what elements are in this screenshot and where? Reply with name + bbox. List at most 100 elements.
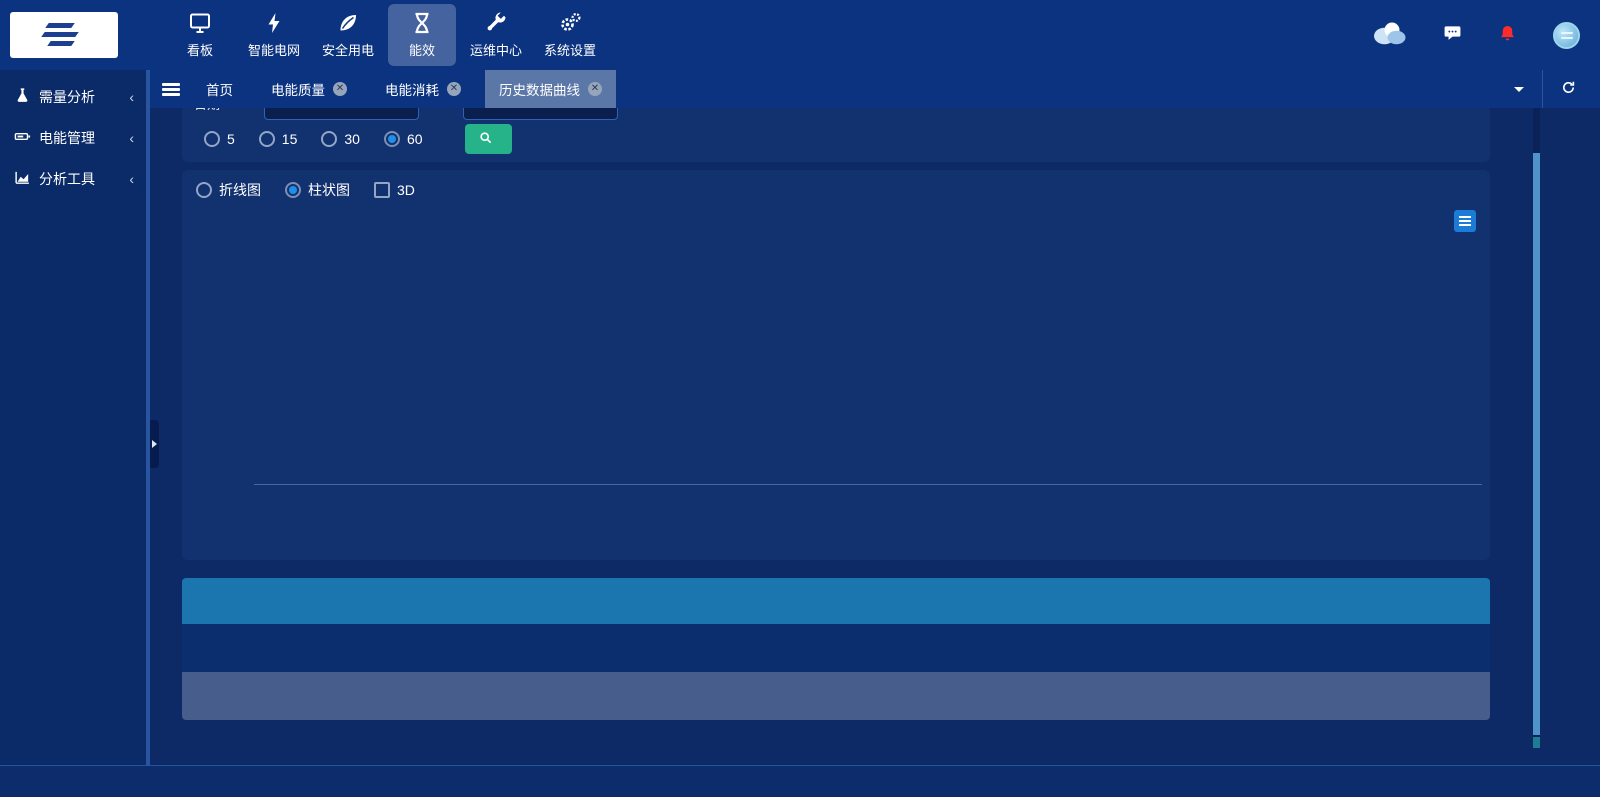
interval-option-label: 60 bbox=[407, 131, 423, 147]
interval-option-15[interactable]: 15 bbox=[259, 131, 298, 147]
refresh-button[interactable] bbox=[1543, 80, 1600, 98]
tab-label: 电能消耗 bbox=[385, 79, 439, 99]
nav-item-label: 运维中心 bbox=[470, 40, 522, 59]
search-icon bbox=[479, 131, 492, 147]
query-panel: 日期 5 15 30 60 bbox=[182, 108, 1490, 162]
chart-type-label: 3D bbox=[397, 182, 415, 198]
speech-bubble-icon bbox=[1443, 24, 1462, 46]
table-row bbox=[182, 624, 1490, 672]
bell-icon bbox=[1498, 24, 1517, 46]
chevron-left-icon: ‹ bbox=[129, 130, 134, 146]
close-icon[interactable]: ✕ bbox=[333, 82, 347, 96]
nav-item-smart-grid[interactable]: 智能电网 bbox=[240, 4, 308, 66]
battery-icon bbox=[14, 128, 31, 148]
area-chart-icon bbox=[14, 169, 31, 189]
chart-menu-button[interactable] bbox=[1454, 210, 1476, 232]
interval-option-label: 5 bbox=[227, 131, 235, 147]
nav-item-ops-center[interactable]: 运维中心 bbox=[462, 4, 530, 66]
cloud-icon bbox=[1371, 18, 1407, 53]
close-icon[interactable]: ✕ bbox=[588, 82, 602, 96]
sidebar-collapse-handle[interactable] bbox=[150, 420, 159, 468]
monitor-icon bbox=[188, 11, 212, 35]
chart-plot bbox=[254, 245, 1482, 485]
chevron-left-icon: ‹ bbox=[129, 89, 134, 105]
scrollbar-thumb[interactable] bbox=[1533, 153, 1540, 735]
interval-option-60[interactable]: 60 bbox=[384, 131, 423, 147]
chart-panel: 折线图 柱状图 3D bbox=[182, 170, 1490, 560]
interval-option-5[interactable]: 5 bbox=[204, 131, 235, 147]
radio-icon bbox=[285, 182, 301, 198]
chart-type-label: 折线图 bbox=[219, 180, 261, 200]
interval-option-label: 15 bbox=[282, 131, 298, 147]
sidebar-item-label: 电能管理 bbox=[39, 128, 121, 148]
tab-home[interactable]: 首页 bbox=[192, 70, 247, 108]
logo-icon bbox=[43, 22, 81, 48]
nav-item-system-settings[interactable]: 系统设置 bbox=[536, 4, 604, 66]
chart-type-option-折线图[interactable]: 折线图 bbox=[196, 180, 261, 200]
tab-operations-dropdown[interactable] bbox=[1489, 87, 1542, 92]
start-date-input[interactable] bbox=[264, 108, 419, 120]
nav-item-label: 看板 bbox=[187, 40, 213, 59]
radio-icon bbox=[321, 131, 337, 147]
nav-item-label: 能效 bbox=[409, 40, 435, 59]
leaf-icon bbox=[336, 11, 360, 35]
tab-bar: 首页 电能质量 ✕ 电能消耗 ✕ 历史数据曲线 ✕ bbox=[148, 70, 1600, 108]
nav-item-dashboard[interactable]: 看板 bbox=[166, 4, 234, 66]
date-label: 日期 bbox=[194, 108, 220, 120]
radio-icon bbox=[204, 131, 220, 147]
chart-x-axis bbox=[254, 492, 1482, 510]
radio-icon bbox=[384, 131, 400, 147]
chart-type-options: 折线图 柱状图 3D bbox=[196, 180, 439, 200]
tab-history-curve[interactable]: 历史数据曲线 ✕ bbox=[485, 70, 616, 108]
data-table bbox=[182, 578, 1490, 720]
sidebar-item-energy-mgmt[interactable]: 电能管理 ‹ bbox=[0, 117, 146, 158]
tab-power-quality[interactable]: 电能质量 ✕ bbox=[257, 70, 361, 108]
nav-item-energy-efficiency[interactable]: 能效 bbox=[388, 4, 456, 66]
sidebar-item-label: 需量分析 bbox=[39, 87, 121, 107]
checkbox-icon bbox=[374, 182, 390, 198]
chart-type-option-柱状图[interactable]: 柱状图 bbox=[285, 180, 350, 200]
weather-widget[interactable] bbox=[1371, 18, 1413, 53]
wrench-icon bbox=[484, 11, 508, 35]
nav-item-label: 安全用电 bbox=[322, 40, 374, 59]
hourglass-icon bbox=[410, 11, 434, 35]
radio-icon bbox=[196, 182, 212, 198]
avatar bbox=[1553, 22, 1580, 49]
tab-label: 首页 bbox=[206, 79, 233, 99]
announcement-button[interactable] bbox=[1443, 24, 1468, 46]
sidebar-toggle-button[interactable] bbox=[150, 70, 192, 108]
main-content: 日期 5 15 30 60 折线图 柱状图 3D bbox=[148, 108, 1600, 765]
caret-down-icon bbox=[1514, 87, 1524, 92]
chevron-left-icon: ‹ bbox=[129, 171, 134, 187]
table-header-row bbox=[182, 578, 1490, 624]
nav-item-label: 系统设置 bbox=[544, 40, 596, 59]
chart-type-option-3D[interactable]: 3D bbox=[374, 182, 415, 198]
interval-option-30[interactable]: 30 bbox=[321, 131, 360, 147]
radio-icon bbox=[259, 131, 275, 147]
footer bbox=[0, 765, 1600, 797]
sidebar-item-demand-analysis[interactable]: 需量分析 ‹ bbox=[0, 76, 146, 117]
tab-label: 历史数据曲线 bbox=[499, 79, 580, 99]
interval-options: 5 15 30 60 bbox=[204, 131, 447, 147]
tabs: 首页 电能质量 ✕ 电能消耗 ✕ 历史数据曲线 ✕ bbox=[192, 70, 616, 108]
gears-icon bbox=[558, 11, 582, 35]
date-range-row: 日期 bbox=[194, 108, 1490, 120]
search-button[interactable] bbox=[465, 124, 512, 154]
alerts-button[interactable] bbox=[1498, 24, 1523, 46]
lightning-icon bbox=[262, 11, 286, 35]
sidebar-item-label: 分析工具 bbox=[39, 169, 121, 189]
user-menu[interactable] bbox=[1553, 22, 1586, 49]
nav-item-label: 智能电网 bbox=[248, 40, 300, 59]
chart-y-axis bbox=[182, 245, 246, 485]
flask-icon bbox=[14, 87, 31, 107]
logo bbox=[10, 12, 118, 58]
vertical-scrollbar[interactable] bbox=[1533, 108, 1540, 748]
nav-item-safe-power[interactable]: 安全用电 bbox=[314, 4, 382, 66]
close-icon[interactable]: ✕ bbox=[447, 82, 461, 96]
tab-energy-consumption[interactable]: 电能消耗 ✕ bbox=[371, 70, 475, 108]
tab-label: 电能质量 bbox=[271, 79, 325, 99]
sidebar-item-analysis-tools[interactable]: 分析工具 ‹ bbox=[0, 158, 146, 199]
sidebar: 需量分析 ‹ 电能管理 ‹ 分析工具 ‹ bbox=[0, 70, 148, 765]
chart-type-label: 柱状图 bbox=[308, 180, 350, 200]
end-date-input[interactable] bbox=[463, 108, 618, 120]
